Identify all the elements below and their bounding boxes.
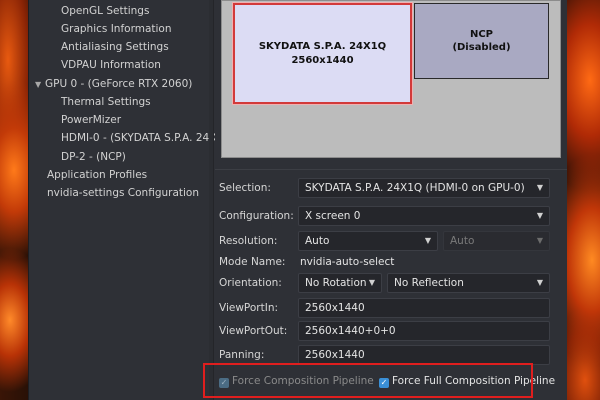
refresh-rate-dropdown: Auto ▼ [443, 231, 550, 251]
sidebar-item-label: Graphics Information [61, 23, 172, 35]
sidebar-item-nvidia-settings-configuration[interactable]: nvidia-settings Configuration [47, 184, 199, 202]
configuration-dropdown[interactable]: X screen 0 ▼ [298, 206, 550, 226]
nvidia-settings-window: OpenGL Settings Graphics Information Ant… [28, 0, 567, 400]
display-skydata[interactable]: SKYDATA S.P.A. 24X1Q 2560x1440 [232, 2, 413, 105]
rotation-value: No Rotation [305, 277, 367, 289]
expand-arrow-icon[interactable]: ▼ [35, 76, 45, 94]
resolution-dropdown[interactable]: Auto ▼ [298, 231, 438, 251]
sidebar-item-application-profiles[interactable]: Application Profiles [47, 166, 147, 184]
reflection-value: No Reflection [394, 277, 464, 289]
resolution-label: Resolution: [219, 235, 278, 247]
sidebar-item-label: DP-2 - (NCP) [61, 151, 126, 163]
sidebar-item-opengl-settings[interactable]: OpenGL Settings [61, 2, 149, 20]
annotation-highlight-box [203, 363, 533, 398]
mode-name-value: nvidia-auto-select [300, 256, 395, 268]
chevron-down-icon: ▼ [368, 278, 375, 287]
sidebar-item-antialiasing-settings[interactable]: Antialiasing Settings [61, 38, 169, 56]
sidebar-item-gpu-0[interactable]: ▼ GPU 0 - (GeForce RTX 2060) [35, 75, 192, 93]
sidebar-item-graphics-information[interactable]: Graphics Information [61, 20, 172, 38]
panning-field[interactable]: 2560x1440 [298, 345, 550, 365]
display-ncp[interactable]: NCP (Disabled) [414, 3, 549, 79]
viewportin-label: ViewPortIn: [219, 302, 279, 314]
display-status: (Disabled) [452, 42, 511, 53]
display-configuration-panel: SKYDATA S.P.A. 24X1Q 2560x1440 NCP (Disa… [215, 0, 567, 400]
display-name: NCP [469, 29, 494, 40]
selection-value: SKYDATA S.P.A. 24X1Q (HDMI-0 on GPU-0) [305, 182, 525, 194]
sidebar-item-label: OpenGL Settings [61, 5, 150, 17]
display-layout-area[interactable]: SKYDATA S.P.A. 24X1Q 2560x1440 NCP (Disa… [221, 0, 561, 158]
viewportin-field[interactable]: 2560x1440 [298, 298, 550, 318]
configuration-label: Configuration: [219, 210, 294, 222]
sidebar-item-label: Application Profiles [47, 169, 148, 181]
section-divider [215, 169, 567, 170]
chevron-down-icon: ▼ [536, 183, 543, 192]
viewportout-label: ViewPortOut: [219, 325, 288, 337]
sidebar-item-dp-2[interactable]: DP-2 - (NCP) [61, 148, 126, 166]
chevron-down-icon: ▼ [536, 211, 543, 220]
sidebar-item-powermizer[interactable]: PowerMizer [61, 111, 121, 129]
panning-label: Panning: [219, 349, 265, 361]
resolution-value: Auto [305, 235, 330, 247]
pane-divider[interactable] [213, 0, 214, 400]
refresh-rate-value: Auto [450, 235, 475, 247]
reflection-dropdown[interactable]: No Reflection ▼ [387, 273, 550, 293]
sidebar-tree: OpenGL Settings Graphics Information Ant… [29, 0, 235, 400]
sidebar-item-thermal-settings[interactable]: Thermal Settings [61, 93, 151, 111]
chevron-down-icon: ▼ [424, 236, 431, 245]
configuration-value: X screen 0 [305, 210, 361, 222]
sidebar-item-label: VDPAU Information [61, 59, 161, 71]
rotation-dropdown[interactable]: No Rotation ▼ [298, 273, 382, 293]
mode-name-label: Mode Name: [219, 256, 286, 268]
sidebar-item-label: PowerMizer [61, 114, 122, 126]
sidebar-item-label: Thermal Settings [61, 96, 151, 108]
display-name: SKYDATA S.P.A. 24X1Q [258, 40, 387, 52]
sidebar-item-label: GPU 0 - (GeForce RTX 2060) [45, 78, 193, 90]
chevron-down-icon: ▼ [536, 278, 543, 287]
sidebar-item-label: Antialiasing Settings [61, 41, 169, 53]
selection-dropdown[interactable]: SKYDATA S.P.A. 24X1Q (HDMI-0 on GPU-0) ▼ [298, 178, 550, 198]
chevron-down-icon: ▼ [536, 236, 543, 245]
sidebar-item-vdpau-information[interactable]: VDPAU Information [61, 56, 161, 74]
sidebar-item-label: nvidia-settings Configuration [47, 187, 200, 199]
display-mode: 2560x1440 [291, 54, 354, 66]
orientation-label: Orientation: [219, 277, 282, 289]
selection-label: Selection: [219, 182, 271, 194]
viewportout-field[interactable]: 2560x1440+0+0 [298, 321, 550, 341]
